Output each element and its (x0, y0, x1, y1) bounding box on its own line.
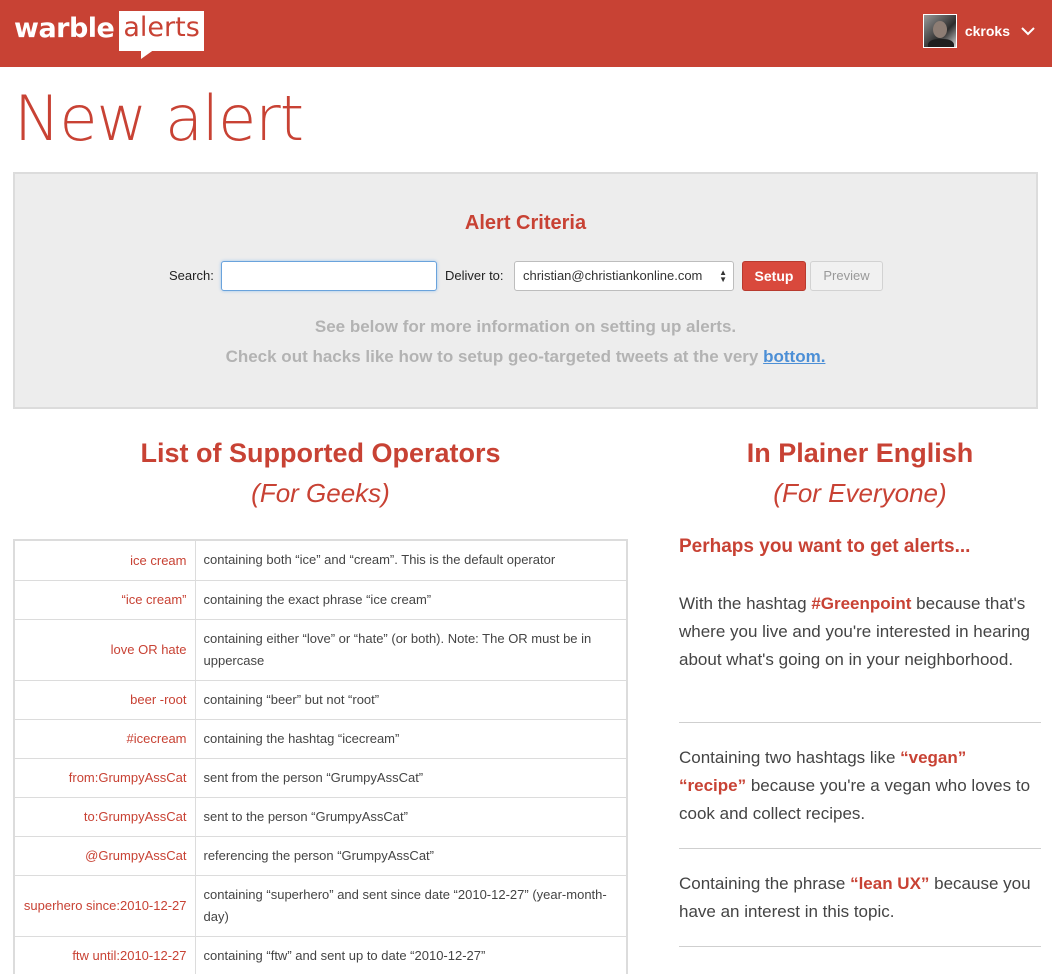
operator-cell: from:GrumpyAssCat (15, 758, 196, 798)
info-line-1: See below for more information on settin… (314, 317, 737, 336)
table-row: love OR hate containing either “love” or … (15, 619, 626, 681)
example-3-phrase: “lean UX” (850, 874, 930, 893)
table-row: from:GrumpyAssCat sent from the person “G… (15, 758, 626, 798)
operator-description-cell: sent to the person “GrumpyAssCat” (195, 797, 626, 837)
table-row: superhero since:2010-12-27 containing “su… (15, 875, 626, 937)
alert-criteria-panel: Alert Criteria Search: Deliver to: chris… (13, 172, 1038, 409)
divider (679, 946, 1041, 947)
info-line-2: Check out hacks like how to setup geo-ta… (15, 347, 1036, 367)
example-greenpoint: With the hashtag #Greenpoint because tha… (679, 590, 1041, 674)
logo[interactable]: warble alerts (14, 11, 204, 59)
example-1-prefix: With the hashtag (679, 594, 812, 613)
operators-table: ice cream containing both “ice” and “crea… (13, 539, 628, 974)
operator-cell: @GrumpyAssCat (15, 836, 196, 876)
operators-subheading: (For Geeks) (251, 478, 390, 508)
preview-button[interactable]: Preview (810, 261, 883, 291)
operators-heading: List of Supported Operators (140, 438, 501, 468)
avatar[interactable] (922, 14, 957, 48)
table-row: ftw until:2010-12-27 containing “ftw” and… (15, 936, 626, 974)
operator-description-cell: containing “superhero” and sent since da… (195, 875, 626, 937)
perhaps-heading: Perhaps you want to get alerts... (679, 536, 971, 557)
username[interactable]: ckroks (965, 23, 1010, 39)
deliver-to-select[interactable]: christian@christiankonline.com ▲ ▼ (514, 261, 734, 291)
example-vegan: Containing two hashtags like “vegan” “rec… (679, 744, 1041, 828)
plain-english-subheading: (For Everyone) (773, 478, 947, 508)
up-down-arrows-icon: ▲ ▼ (719, 268, 727, 284)
operator-cell: ice cream (15, 541, 196, 581)
speech-bubble-tail (141, 49, 156, 59)
operator-cell: superhero since:2010-12-27 (15, 875, 196, 937)
example-3-prefix: Containing the phrase (679, 874, 851, 893)
operator-description-cell: containing the hashtag “icecream” (195, 719, 626, 759)
chevron-down-icon[interactable] (1020, 23, 1036, 39)
operator-description-cell: containing either “love” or “hate” (or b… (195, 619, 626, 681)
divider (679, 848, 1041, 849)
logo-wordmark: warble (14, 13, 115, 44)
info-line-2-text: Check out hacks like how to setup geo-ta… (225, 347, 759, 366)
criteria-title: Alert Criteria (464, 212, 587, 234)
example-2-hashtag-1: “vegan” (900, 748, 967, 767)
operator-cell: to:GrumpyAssCat (15, 797, 196, 837)
example-2-prefix: Containing two hashtags like (679, 748, 901, 767)
bottom-link[interactable]: bottom. (763, 347, 825, 366)
plain-english-heading: In Plainer English (746, 438, 974, 468)
table-row: ice cream containing both “ice” and “crea… (15, 541, 626, 581)
operator-description-cell: containing “ftw” and sent up to date “20… (195, 936, 626, 974)
table-row: #icecream containing the hashtag “icecrea… (15, 719, 626, 759)
operator-description-cell: containing the exact phrase “ice cream” (195, 580, 626, 620)
operator-cell: beer -root (15, 680, 196, 720)
logo-badge: alerts (119, 11, 204, 59)
operator-description-cell: sent from the person “GrumpyAssCat” (195, 758, 626, 798)
operator-description-cell: containing “beer” but not “root” (195, 680, 626, 720)
example-lean-ux: Containing the phrase “lean UX” because … (679, 870, 1041, 926)
divider (679, 722, 1041, 723)
example-2-hashtag-2: “recipe” (679, 776, 747, 795)
operator-description-cell: containing both “ice” and “cream”. This … (195, 541, 626, 581)
operator-cell: #icecream (15, 719, 196, 759)
operator-description-cell: referencing the person “GrumpyAssCat” (195, 836, 626, 876)
search-input[interactable] (221, 261, 437, 291)
table-row: @GrumpyAssCat referencing the person “Gru… (15, 836, 626, 876)
deliver-to-value: christian@christiankonline.com (523, 268, 703, 283)
operator-cell: ftw until:2010-12-27 (15, 936, 196, 974)
deliver-to-label: Deliver to: (445, 268, 504, 283)
search-label: Search: (169, 268, 214, 283)
table-row: beer -root containing “beer” but not “roo… (15, 680, 626, 720)
user-menu[interactable]: ckroks (922, 14, 1036, 48)
table-row: to:GrumpyAssCat sent to the person “Grump… (15, 797, 626, 837)
operator-cell: love OR hate (15, 619, 196, 681)
example-1-hashtag: #Greenpoint (811, 594, 912, 613)
page-title: New alert (14, 82, 304, 155)
logo-badge-text: alerts (119, 11, 204, 51)
table-row: “ice cream” containing the exact phrase “… (15, 580, 626, 620)
operator-cell: “ice cream” (15, 580, 196, 620)
setup-button[interactable]: Setup (742, 261, 806, 291)
top-bar: warble alerts ckroks (0, 0, 1052, 67)
